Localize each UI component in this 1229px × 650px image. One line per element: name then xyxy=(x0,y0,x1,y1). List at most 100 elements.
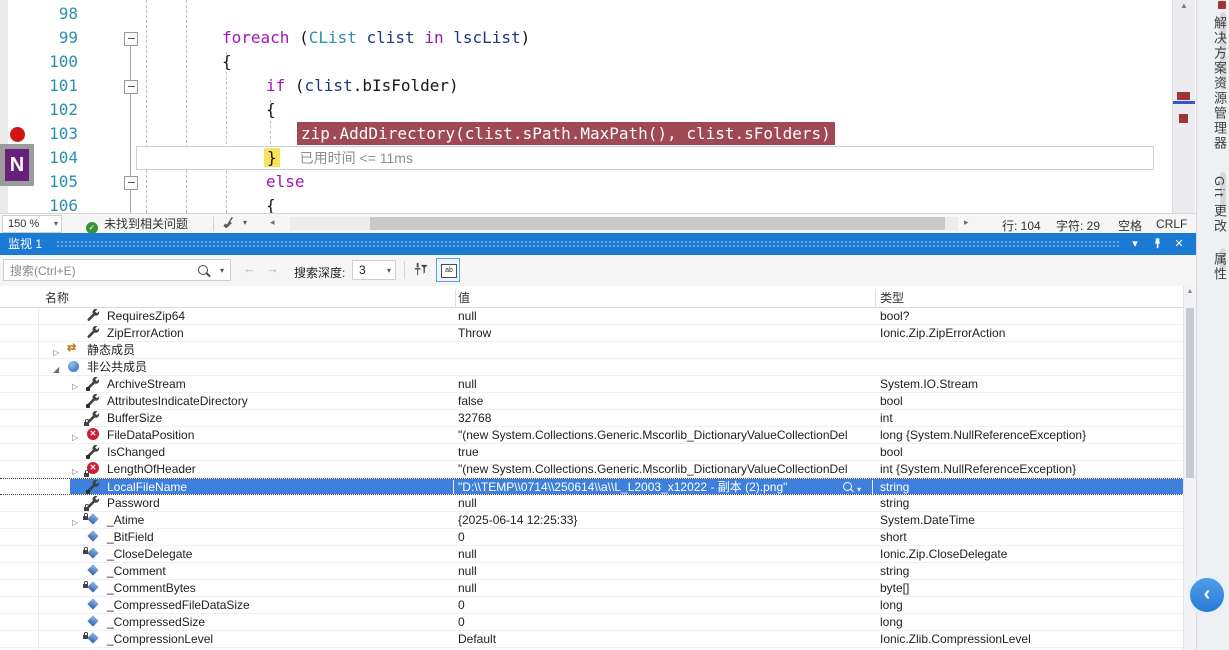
watch-row[interactable]: _CloseDelegatenullIonic.Zip.CloseDelegat… xyxy=(0,546,1184,563)
column-header-value[interactable]: 值 xyxy=(458,289,470,306)
watch-value[interactable]: null xyxy=(458,377,872,392)
watch-value[interactable]: false xyxy=(458,394,872,409)
watch-row[interactable]: _CompressionLevelDefaultIonic.Zlib.Compr… xyxy=(0,631,1184,648)
watch-value[interactable]: "(new System.Collections.Generic.Mscorli… xyxy=(458,462,872,477)
scroll-left-icon[interactable]: ◂ xyxy=(270,217,275,228)
code-editor[interactable]: 9899100101102103104105106 foreach (CList… xyxy=(0,0,1196,213)
title-grip-texture xyxy=(56,240,1120,249)
watch-title-bar[interactable]: 监视 1 ▾ ✕ xyxy=(0,233,1196,255)
fold-toggle[interactable] xyxy=(124,80,138,94)
watch-value[interactable]: 0 xyxy=(458,530,872,545)
watch-row[interactable]: ▷_Atime{2025-06-14 12:25:33}System.DateT… xyxy=(0,512,1184,529)
chevron-down-icon[interactable]: ▾ xyxy=(243,218,247,227)
magnifier-icon[interactable] xyxy=(843,482,852,491)
watch-row[interactable]: ▷✕FileDataPosition"(new System.Collectio… xyxy=(0,427,1184,444)
watch-value[interactable]: "D:\\TEMP\\0714\\250614\\a\\L_L2003_x120… xyxy=(458,480,836,495)
watch-value[interactable]: null xyxy=(458,309,872,324)
perf-tip[interactable]: 已用时间 <= 11ms xyxy=(280,150,413,166)
watch-value[interactable]: 0 xyxy=(458,598,872,613)
watch-row[interactable]: _BitField0short xyxy=(0,529,1184,546)
watch-row[interactable]: LocalFileName"D:\\TEMP\\0714\\250614\\a\… xyxy=(0,478,1184,495)
column-divider[interactable] xyxy=(875,289,876,307)
health-indicator[interactable]: ✓未找到相关问题 xyxy=(86,216,188,232)
code-line[interactable]: if (clist.bIsFolder) xyxy=(266,74,459,98)
code-line[interactable]: { xyxy=(266,98,276,122)
watch-row[interactable]: ▷⇄静态成员 xyxy=(0,342,1184,359)
code-line[interactable]: else xyxy=(266,170,305,194)
expander-icon[interactable]: ▷ xyxy=(53,345,59,360)
error-icon: ✕ xyxy=(87,428,101,442)
watch-value[interactable]: 0 xyxy=(458,615,872,630)
watch-value[interactable]: true xyxy=(458,445,872,460)
scrollbar-thumb[interactable] xyxy=(1186,308,1194,478)
pin-icon[interactable] xyxy=(1148,233,1166,255)
brace-match-highlight: } xyxy=(264,148,280,167)
fold-toggle[interactable] xyxy=(124,176,138,190)
watch-value[interactable]: "(new System.Collections.Generic.Mscorli… xyxy=(458,428,872,443)
watch-row[interactable]: IsChangedtruebool xyxy=(0,444,1184,461)
watch-value[interactable]: null xyxy=(458,581,872,596)
code-line[interactable]: { xyxy=(222,50,232,74)
watch-row[interactable]: _CommentBytesnullbyte[] xyxy=(0,580,1184,597)
status-eol-mode[interactable]: CRLF xyxy=(1156,217,1187,231)
watch-row[interactable]: ◢非公共成员 xyxy=(0,359,1184,376)
search-box[interactable]: ▾ xyxy=(3,259,231,281)
watch-row[interactable]: RequiresZip64nullbool? xyxy=(0,308,1184,325)
text-visualizer-toggle[interactable]: ab xyxy=(436,258,460,282)
watch-row[interactable]: Passwordnullstring xyxy=(0,495,1184,512)
watch-row[interactable]: ▷ArchiveStreamnullSystem.IO.Stream xyxy=(0,376,1184,393)
column-divider[interactable] xyxy=(455,289,456,307)
watch-value[interactable]: null xyxy=(458,496,872,511)
zoom-level-select[interactable]: 150 % ▾ xyxy=(2,215,62,233)
watch-name: LengthOfHeader xyxy=(107,462,196,477)
watch-value[interactable]: null xyxy=(458,564,872,579)
watch-row[interactable]: _CompressedFileDataSize0long xyxy=(0,597,1184,614)
editor-vertical-scrollbar[interactable]: ▲ xyxy=(1172,0,1195,213)
scrollbar-thumb[interactable] xyxy=(370,217,945,230)
scroll-right-icon[interactable]: ▸ xyxy=(964,217,969,228)
fold-toggle[interactable] xyxy=(124,32,138,46)
expander-icon[interactable]: ▷ xyxy=(72,515,78,530)
horizontal-scrollbar[interactable] xyxy=(290,217,958,230)
watch-row[interactable]: _Commentnullstring xyxy=(0,563,1184,580)
search-depth-select[interactable]: 3 ▾ xyxy=(352,260,396,280)
pin-filter-icon[interactable] xyxy=(412,262,428,282)
column-header-type[interactable]: 类型 xyxy=(880,289,904,306)
column-header-name[interactable]: 名称 xyxy=(45,289,69,306)
watch-value[interactable]: null xyxy=(458,547,872,562)
scroll-up-icon[interactable]: ▲ xyxy=(1184,288,1196,295)
back-icon[interactable]: ← xyxy=(243,261,256,276)
tab-properties[interactable]: 属性 xyxy=(1197,252,1229,282)
code-line[interactable]: zip.AddDirectory(clist.sPath.MaxPath(), … xyxy=(297,122,835,146)
watch-row[interactable]: ▷✕LengthOfHeader"(new System.Collections… xyxy=(0,461,1184,478)
watch-row[interactable]: _CompressedSize0long xyxy=(0,614,1184,631)
expander-icon[interactable]: ▷ xyxy=(72,430,78,445)
watch-value[interactable]: Default xyxy=(458,632,872,647)
watch-row[interactable]: BufferSize32768int xyxy=(0,410,1184,427)
code-cleanup-button[interactable] xyxy=(222,216,237,233)
watch-row[interactable]: ZipErrorActionThrowIonic.Zip.ZipErrorAct… xyxy=(0,325,1184,342)
watch-value[interactable]: 32768 xyxy=(458,411,872,426)
watch-row[interactable]: AttributesIndicateDirectoryfalsebool xyxy=(0,393,1184,410)
window-position-icon[interactable]: ▾ xyxy=(1126,233,1144,255)
magnifier-dropdown-icon[interactable]: ▾ xyxy=(857,482,861,497)
code-line[interactable]: { xyxy=(266,194,276,213)
breakpoint-indicator[interactable] xyxy=(10,127,25,142)
code-line[interactable]: }已用时间 <= 11ms xyxy=(264,146,413,170)
search-dropdown-icon[interactable]: ▾ xyxy=(220,266,224,275)
watch-value[interactable]: {2025-06-14 12:25:33} xyxy=(458,513,872,528)
watch-column-headers[interactable]: 名称 值 类型 xyxy=(0,286,1196,308)
code-line[interactable]: foreach (CList clist in lscList) xyxy=(222,26,530,50)
scroll-up-icon[interactable]: ▲ xyxy=(1173,0,1195,12)
collapse-panel-button[interactable]: ‹ xyxy=(1187,575,1227,615)
expander-icon[interactable]: ◢ xyxy=(53,362,59,377)
close-icon[interactable]: ✕ xyxy=(1170,233,1188,255)
expander-icon[interactable]: ▷ xyxy=(72,464,78,479)
tab-git-changes[interactable]: Git 更改 xyxy=(1197,176,1229,234)
forward-icon[interactable]: → xyxy=(266,261,279,276)
expander-icon[interactable]: ▷ xyxy=(72,379,78,394)
status-space-mode[interactable]: 空格 xyxy=(1118,217,1142,234)
tab-solution-explorer[interactable]: 解决方案资源管理器 xyxy=(1197,16,1229,151)
search-input[interactable] xyxy=(6,261,187,281)
watch-value[interactable]: Throw xyxy=(458,326,872,341)
